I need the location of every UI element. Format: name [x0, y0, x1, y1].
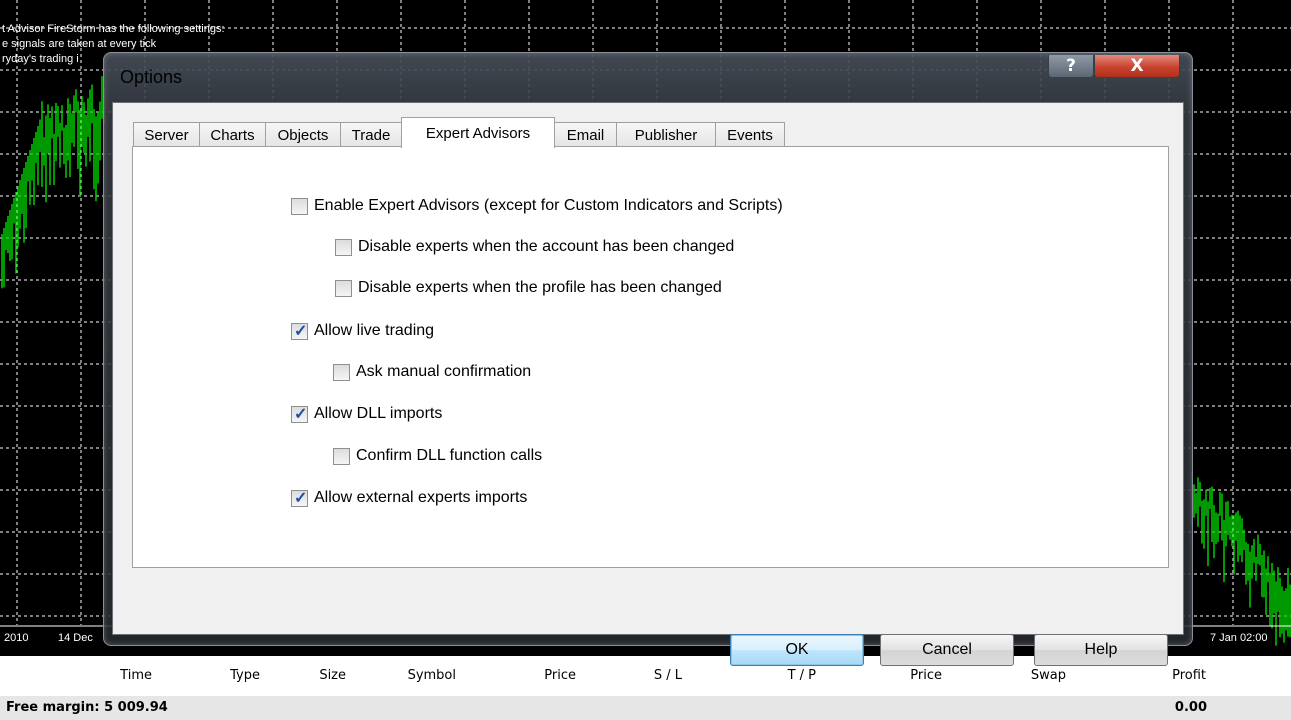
help-button[interactable]: Help [1034, 634, 1168, 666]
tab-expert-advisors[interactable]: Expert Advisors [401, 117, 555, 148]
checkbox-live-trading[interactable]: ✓ [291, 322, 308, 340]
tab-charts[interactable]: Charts [199, 122, 266, 147]
tab-events[interactable]: Events [715, 122, 785, 147]
tab-objects[interactable]: Objects [265, 122, 341, 147]
col-price-current[interactable]: Price [886, 668, 942, 683]
checkbox-enable-experts[interactable] [291, 197, 308, 215]
col-profit[interactable]: Profit [1150, 668, 1206, 683]
tab-email[interactable]: Email [554, 122, 617, 147]
profit-total: 0.00 [1174, 700, 1207, 715]
date-label-right: 7 Jan 02:00 [1210, 632, 1268, 644]
tab-publisher[interactable]: Publisher [616, 122, 716, 147]
option-label: Ask manual confirmation [356, 363, 532, 380]
ea-info-line-2: e signals are taken at every tick [2, 38, 157, 50]
option-allow-external-imports[interactable]: ✓ Allow external experts imports [291, 489, 527, 507]
option-ask-manual-confirmation[interactable]: Ask manual confirmation [333, 363, 531, 381]
dialog-client-area: Server Charts Objects Trade Expert Advis… [112, 102, 1184, 666]
option-enable-expert-advisors[interactable]: Enable Expert Advisors (except for Custo… [291, 197, 783, 215]
option-disable-on-account-change[interactable]: Disable experts when the account has bee… [335, 238, 734, 256]
checkmark-icon: ✓ [294, 405, 308, 423]
dialog-title: Options [120, 67, 183, 87]
ea-info-line-3: ryday's trading i [2, 53, 79, 65]
checkbox-manual-confirmation[interactable] [333, 363, 350, 381]
checkbox-disable-profile[interactable] [335, 279, 352, 297]
checkmark-icon: ✓ [294, 489, 308, 507]
help-icon[interactable]: ? [1048, 55, 1094, 78]
checkbox-dll-imports[interactable]: ✓ [291, 405, 308, 423]
option-label: Enable Expert Advisors (except for Custo… [314, 197, 783, 214]
col-size[interactable]: Size [300, 668, 346, 683]
free-margin-text: Free margin: 5 009.94 [6, 700, 168, 715]
checkbox-confirm-dll[interactable] [333, 447, 350, 465]
option-disable-on-profile-change[interactable]: Disable experts when the profile has bee… [335, 279, 722, 297]
col-type[interactable]: Type [214, 668, 260, 683]
col-tp[interactable]: T / P [770, 668, 816, 683]
checkbox-external-imports[interactable]: ✓ [291, 489, 308, 507]
expert-advisors-panel: Enable Expert Advisors (except for Custo… [132, 146, 1169, 568]
checkmark-icon: ✓ [294, 322, 308, 340]
col-sl[interactable]: S / L [636, 668, 682, 683]
balance-row: Free margin: 5 009.94 0.00 [0, 696, 1291, 720]
option-label: Disable experts when the profile has bee… [358, 279, 722, 296]
cancel-button[interactable]: Cancel [880, 634, 1014, 666]
ok-button[interactable]: OK [730, 634, 864, 666]
option-label: Disable experts when the account has bee… [358, 238, 735, 255]
option-label: Allow live trading [314, 322, 435, 339]
date-label-left: 2010 [4, 632, 29, 644]
col-price[interactable]: Price [520, 668, 576, 683]
col-time[interactable]: Time [112, 668, 152, 683]
options-dialog: Options ? X Server Charts Objects Trade … [103, 52, 1193, 666]
option-label: Allow DLL imports [314, 405, 443, 422]
option-label: Confirm DLL function calls [356, 447, 543, 464]
tab-server[interactable]: Server [133, 122, 200, 147]
option-confirm-dll-calls[interactable]: Confirm DLL function calls [333, 447, 542, 465]
date-label-left-2: 14 Dec [58, 632, 93, 644]
ea-info-line-1: t Advisor FireStorm has the following se… [2, 23, 225, 35]
tab-trade[interactable]: Trade [340, 122, 402, 147]
close-icon[interactable]: X [1094, 55, 1180, 78]
option-label: Allow external experts imports [314, 489, 528, 506]
checkbox-disable-account[interactable] [335, 238, 352, 256]
option-allow-dll-imports[interactable]: ✓ Allow DLL imports [291, 405, 442, 423]
col-swap[interactable]: Swap [1010, 668, 1066, 683]
option-allow-live-trading[interactable]: ✓ Allow live trading [291, 322, 434, 340]
col-symbol[interactable]: Symbol [386, 668, 456, 683]
